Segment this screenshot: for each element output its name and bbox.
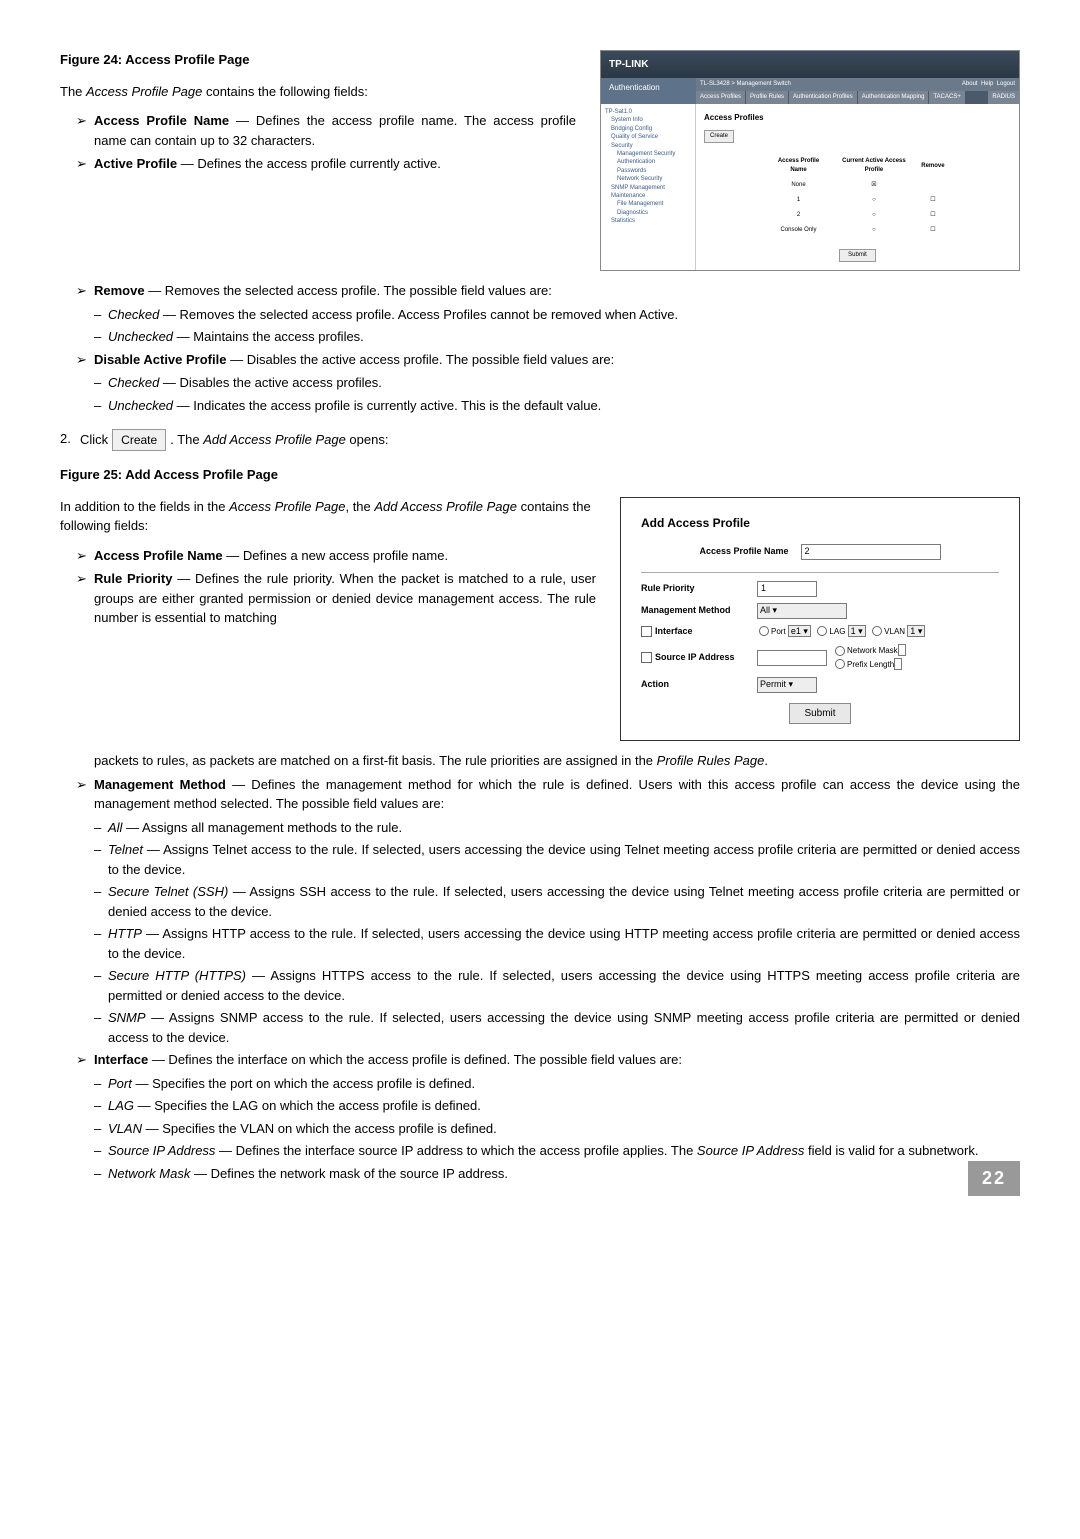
bullet-name: ➢ Access Profile Name — Defines the acce… xyxy=(60,111,576,150)
create-inline-button[interactable]: Create xyxy=(112,429,166,451)
tab-tacacs[interactable]: TACACS+ xyxy=(929,91,964,104)
action-label: Action xyxy=(641,678,751,692)
priority-input[interactable]: 1 xyxy=(757,581,817,597)
table-row: None☒ xyxy=(767,179,947,192)
nav-tree[interactable]: TP-Sat1.0 System Info Bridging Config Qu… xyxy=(601,104,696,270)
nmask-input[interactable] xyxy=(898,644,906,656)
nmask-radio[interactable] xyxy=(835,646,845,656)
tab-access-profiles[interactable]: Access Profiles xyxy=(696,91,745,104)
srcip-label: Source IP Address xyxy=(655,652,735,662)
profiles-table: Access Profile Name Current Active Acces… xyxy=(765,153,949,239)
iface-label: Interface xyxy=(655,626,693,636)
srcip-input[interactable] xyxy=(757,650,827,666)
table-row: 1○☐ xyxy=(767,194,947,207)
submit-button[interactable]: Submit xyxy=(789,703,850,724)
brand-logo: TP-LINK xyxy=(601,51,1019,78)
lag-select[interactable]: 1 ▾ xyxy=(848,625,866,637)
table-row: Console Only○☐ xyxy=(767,224,947,237)
vlan-select[interactable]: 1 ▾ xyxy=(907,625,925,637)
bullet-mgmt-method: ➢ Management Method — Defines the manage… xyxy=(60,775,1020,814)
table-row: 2○☐ xyxy=(767,209,947,222)
dialog-title: Add Access Profile xyxy=(641,514,999,532)
port-radio[interactable] xyxy=(759,626,769,636)
main-title: Access Profiles xyxy=(704,112,1011,124)
tab-auth-profiles[interactable]: Authentication Profiles xyxy=(789,91,857,104)
continuation-text: packets to rules, as packets are matched… xyxy=(60,751,1020,771)
iface-checkbox[interactable] xyxy=(641,626,652,637)
name-label: Access Profile Name xyxy=(699,545,788,559)
fig24-screenshot: TP-LINK Authentication TL-SL3428 > Manag… xyxy=(600,50,1020,271)
plen-input[interactable] xyxy=(894,658,902,670)
method-select[interactable]: All ▾ xyxy=(757,603,847,619)
page-number: 22 xyxy=(968,1161,1020,1196)
fig25-screenshot: Add Access Profile Access Profile Name 2… xyxy=(620,497,1020,742)
fig24-heading: Figure 24: Access Profile Page xyxy=(60,50,576,70)
sidebar-title: Authentication xyxy=(601,78,696,104)
tab-radius[interactable]: RADIUS xyxy=(988,91,1019,104)
bullet-interface: ➢ Interface — Defines the interface on w… xyxy=(60,1050,1020,1070)
fig24-intro: The Access Profile Page contains the fol… xyxy=(60,82,576,102)
name-input[interactable]: 2 xyxy=(801,544,941,560)
bullet-active: ➢ Active Profile — Defines the access pr… xyxy=(60,154,576,174)
step-2: 2. ClickCreate. The Add Access Profile P… xyxy=(60,429,1020,451)
create-button[interactable]: Create xyxy=(704,130,734,143)
bullet-remove: ➢ Remove — Removes the selected access p… xyxy=(60,281,1020,301)
method-label: Management Method xyxy=(641,604,751,618)
bullet-profile-name: ➢ Access Profile Name — Defines a new ac… xyxy=(60,546,596,566)
plen-radio[interactable] xyxy=(835,659,845,669)
tab-profile-rules[interactable]: Profile Rules xyxy=(746,91,788,104)
lag-radio[interactable] xyxy=(817,626,827,636)
action-select[interactable]: Permit ▾ xyxy=(757,677,817,693)
submit-button[interactable]: Submit xyxy=(839,249,876,262)
bullet-disable: ➢ Disable Active Profile — Disables the … xyxy=(60,350,1020,370)
priority-label: Rule Priority xyxy=(641,582,751,596)
fig25-heading: Figure 25: Add Access Profile Page xyxy=(60,465,1020,485)
port-select[interactable]: e1 ▾ xyxy=(788,625,811,637)
fig25-intro: In addition to the fields in the Access … xyxy=(60,497,596,536)
breadcrumb: TL-SL3428 > Management Switch About Help… xyxy=(696,78,1019,91)
srcip-checkbox[interactable] xyxy=(641,652,652,663)
bullet-rule-priority: ➢ Rule Priority — Defines the rule prior… xyxy=(60,569,596,628)
tab-auth-mapping[interactable]: Authentication Mapping xyxy=(858,91,929,104)
vlan-radio[interactable] xyxy=(872,626,882,636)
